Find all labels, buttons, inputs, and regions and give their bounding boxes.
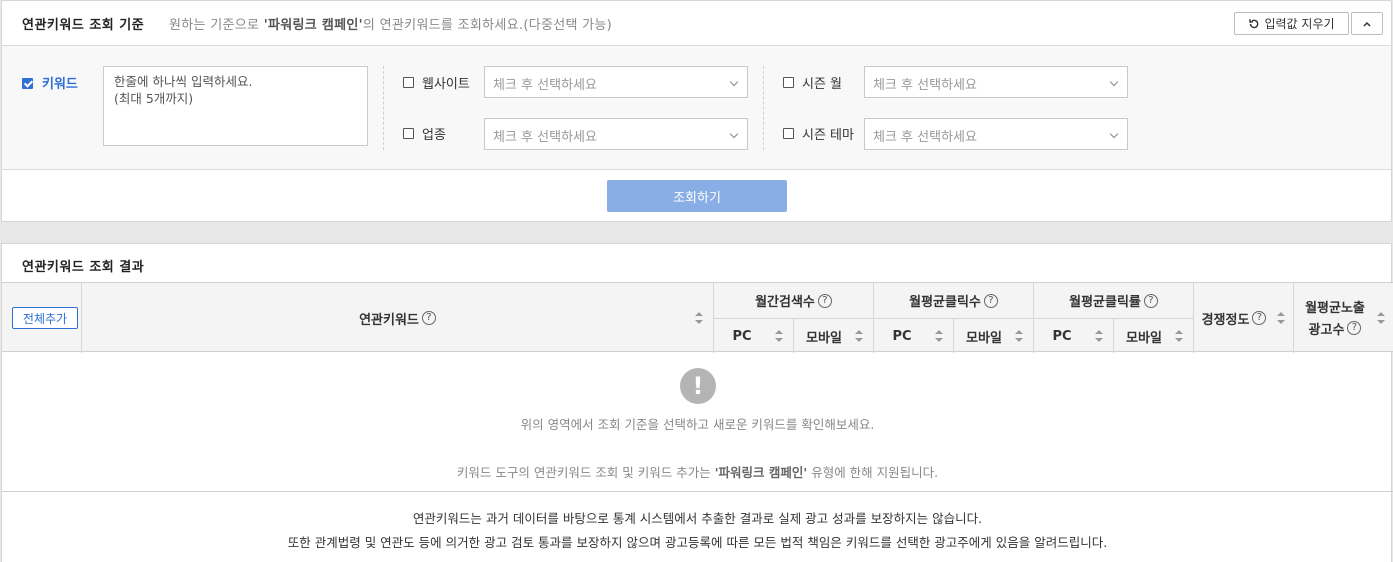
column-search-mobile[interactable]: 모바일 [794, 319, 854, 353]
website-checkbox[interactable] [403, 77, 414, 88]
industry-checkbox[interactable] [403, 128, 414, 139]
sort-icon[interactable] [1277, 312, 1285, 324]
website-label: 웹사이트 [422, 77, 470, 92]
industry-select[interactable]: 체크 후 선택하세요 [484, 118, 748, 150]
column-ctr-mobile[interactable]: 모바일 [1114, 319, 1174, 353]
results-panel: 연관키워드 조회 결과 전체추가 연관키워드? 월간검색수? 월평균클릭수? 월… [1, 243, 1393, 562]
sort-icon[interactable] [1095, 330, 1103, 342]
keyword-label: 키워드 [42, 77, 78, 92]
help-icon[interactable]: ? [1252, 311, 1267, 325]
search-button[interactable]: 조회하기 [607, 180, 787, 212]
criteria-body: 키워드 한줄에 하나씩 입력하세요. (최대 5개까지) 웹사이트 체크 후 선… [2, 46, 1391, 170]
sort-icon[interactable] [1377, 312, 1385, 324]
season-theme-select[interactable]: 체크 후 선택하세요 [864, 118, 1128, 150]
column-clicks-mobile[interactable]: 모바일 [954, 319, 1014, 353]
industry-label: 업종 [422, 128, 446, 143]
season-theme-label: 시즌 테마 [802, 128, 854, 143]
column-clicks-pc[interactable]: PC [874, 319, 930, 353]
help-icon[interactable]: ? [1143, 293, 1158, 308]
notice-line-2: 또한 관계법령 및 연관도 등에 의거한 광고 검토 통과를 보장하지 않으며 … [287, 535, 1108, 550]
column-ctr-pc[interactable]: PC [1034, 319, 1090, 353]
collapse-button[interactable] [1351, 12, 1383, 35]
website-select[interactable]: 체크 후 선택하세요 [484, 66, 748, 98]
column-ad-count-line2[interactable]: 광고수? [1294, 317, 1376, 339]
exclamation-icon: ! [680, 368, 716, 404]
criteria-panel: 연관키워드 조회 기준 원하는 기준으로 '파워링크 캠페인'의 연관키워드를 … [1, 0, 1392, 222]
column-keyword[interactable]: 연관키워드? [82, 283, 713, 353]
results-table-header: 전체추가 연관키워드? 월간검색수? 월평균클릭수? 월평균클릭률? PC 모바… [2, 282, 1393, 353]
chevron-up-icon [1363, 21, 1371, 27]
help-icon[interactable]: ? [421, 311, 436, 325]
sort-icon[interactable] [935, 330, 943, 342]
support-message: 키워드 도구의 연관키워드 조회 및 키워드 추가는 '파워링크 캠페인' 유형… [456, 465, 939, 480]
chevron-down-icon [729, 129, 739, 139]
season-month-checkbox[interactable] [783, 77, 794, 88]
sort-icon[interactable] [775, 330, 783, 342]
results-title: 연관키워드 조회 결과 [22, 260, 145, 275]
notice-line-1: 연관키워드는 과거 데이터를 바탕으로 통계 시스템에서 추출한 결과로 실제 … [412, 511, 983, 526]
chevron-down-icon [729, 77, 739, 87]
season-theme-checkbox[interactable] [783, 128, 794, 139]
sort-icon[interactable] [1015, 330, 1023, 342]
sort-icon[interactable] [855, 330, 863, 342]
season-month-select[interactable]: 체크 후 선택하세요 [864, 66, 1128, 98]
column-search-pc[interactable]: PC [714, 319, 770, 353]
help-icon[interactable]: ? [983, 293, 998, 308]
criteria-description: 원하는 기준으로 '파워링크 캠페인'의 연관키워드를 조회하세요.(다중선택 … [169, 18, 613, 33]
criteria-title: 연관키워드 조회 기준 [22, 18, 145, 33]
column-monthly-clicks: 월평균클릭수? [874, 283, 1033, 318]
season-month-label: 시즌 월 [802, 77, 843, 92]
sort-icon[interactable] [695, 312, 703, 324]
reset-icon [1249, 18, 1259, 28]
add-all-button[interactable]: 전체추가 [12, 307, 78, 329]
sort-icon[interactable] [1175, 330, 1183, 342]
criteria-header: 연관키워드 조회 기준 원하는 기준으로 '파워링크 캠페인'의 연관키워드를 … [2, 1, 1391, 46]
column-ad-count-line1[interactable]: 월평균노출 [1294, 295, 1376, 317]
column-monthly-ctr: 월평균클릭률? [1034, 283, 1193, 318]
chevron-down-icon [1109, 77, 1119, 87]
reset-inputs-button[interactable]: 입력값 지우기 [1234, 12, 1349, 35]
criteria-footer: 조회하기 [2, 170, 1391, 222]
empty-message: 위의 영역에서 조회 기준을 선택하고 새로운 키워드를 확인해보세요. [520, 417, 875, 432]
chevron-down-icon [1109, 129, 1119, 139]
notice-section: 연관키워드는 과거 데이터를 바탕으로 통계 시스템에서 추출한 결과로 실제 … [2, 491, 1393, 550]
keyword-checkbox[interactable] [22, 78, 33, 89]
help-icon[interactable]: ? [1347, 321, 1362, 335]
help-icon[interactable]: ? [817, 293, 832, 308]
column-competition[interactable]: 경쟁정도? [1194, 283, 1274, 353]
divider [763, 66, 764, 150]
divider [383, 66, 384, 150]
column-monthly-search: 월간검색수? [714, 283, 873, 318]
keyword-textarea[interactable]: 한줄에 하나씩 입력하세요. (최대 5개까지) [103, 66, 368, 146]
